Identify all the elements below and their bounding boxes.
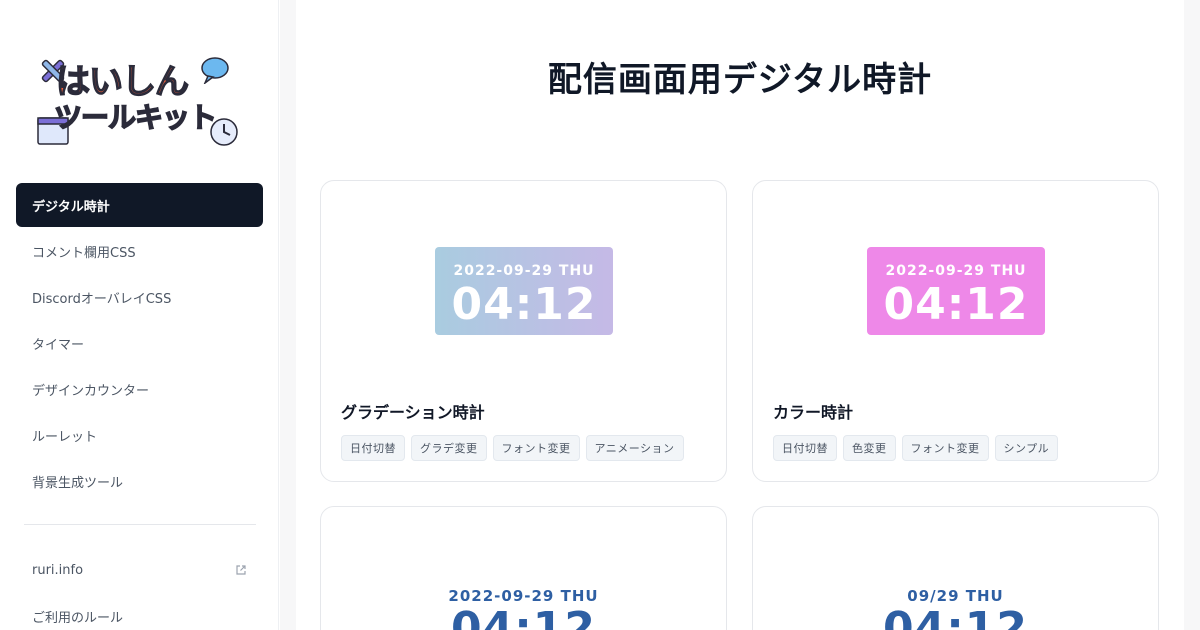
external-link-icon xyxy=(236,565,246,575)
sidebar-item-comment-css[interactable]: コメント欄用CSS xyxy=(16,229,263,273)
sidebar-links: ruri.info ご利用のルール xyxy=(16,548,263,630)
clock-date: 2022-09-29 THU xyxy=(885,263,1027,279)
right-gutter xyxy=(1184,0,1200,630)
tag-list: 日付切替 色変更 フォント変更 シンプル xyxy=(773,435,1059,461)
card-title: カラー時計 xyxy=(773,403,854,422)
tag: フォント変更 xyxy=(492,435,580,461)
sidebar-link-label: ご利用のルール xyxy=(32,610,124,626)
tag: 日付切替 xyxy=(773,435,837,461)
sidebar-nav: デジタル時計 コメント欄用CSS DiscordオーバレイCSS タイマー デザ… xyxy=(16,183,263,505)
tag: グラデ変更 xyxy=(411,435,487,461)
card-title: グラデーション時計 xyxy=(341,403,485,422)
clock-time: 04:12 xyxy=(883,279,1029,330)
content-gutter xyxy=(280,0,296,630)
sidebar-item-roulette[interactable]: ルーレット xyxy=(16,413,263,457)
sidebar-item-timer[interactable]: タイマー xyxy=(16,321,263,365)
site-logo[interactable]: はいしん ツールキット xyxy=(34,52,244,152)
clock-time: 04:12 xyxy=(450,603,597,630)
clock-preview: 2022-09-29 THU 04:12 xyxy=(435,247,613,335)
clock-preview: 2022-09-29 THU 04:12 xyxy=(867,247,1045,335)
sidebar-item-discord-overlay-css[interactable]: DiscordオーバレイCSS xyxy=(16,275,263,319)
tag: 色変更 xyxy=(843,435,896,461)
sidebar-link-ruri-info[interactable]: ruri.info xyxy=(16,548,263,592)
main-content: 配信画面用デジタル時計 2022-09-29 THU 04:12 グラデーション… xyxy=(296,0,1184,630)
clock-time: 04:12 xyxy=(882,603,1029,630)
tag: アニメーション xyxy=(585,435,684,461)
page-title: 配信画面用デジタル時計 xyxy=(547,60,933,100)
clock-time: 04:12 xyxy=(451,279,597,330)
sidebar-link-label: ruri.info xyxy=(32,562,84,578)
tag: 日付切替 xyxy=(341,435,405,461)
sidebar-link-usage-rules[interactable]: ご利用のルール xyxy=(16,594,263,630)
sidebar-item-background-generator[interactable]: 背景生成ツール xyxy=(16,459,263,503)
tag-list: 日付切替 グラデ変更 フォント変更 アニメーション xyxy=(341,435,684,461)
clock-card-text[interactable]: 2022-09-29 THU 04:12 xyxy=(320,506,727,630)
tag: シンプル xyxy=(994,435,1059,461)
sidebar: はいしん ツールキット デジタル時計 コメント欄用CSS Discordオーバレ… xyxy=(0,0,279,630)
sidebar-divider xyxy=(24,524,256,525)
clock-card-gradient[interactable]: 2022-09-29 THU 04:12 グラデーション時計 日付切替 グラデ変… xyxy=(320,180,727,482)
clock-card-color[interactable]: 2022-09-29 THU 04:12 カラー時計 日付切替 色変更 フォント… xyxy=(752,180,1159,482)
clock-card-text-short[interactable]: 09/29 THU 04:12 xyxy=(752,506,1159,630)
sidebar-item-digital-clock[interactable]: デジタル時計 xyxy=(16,183,263,227)
clock-date: 2022-09-29 THU xyxy=(453,263,595,279)
speech-bubble-icon xyxy=(201,57,229,84)
sidebar-item-design-counter[interactable]: デザインカウンター xyxy=(16,367,263,411)
tag: フォント変更 xyxy=(901,435,989,461)
logo-line2: ツールキット xyxy=(53,100,218,135)
